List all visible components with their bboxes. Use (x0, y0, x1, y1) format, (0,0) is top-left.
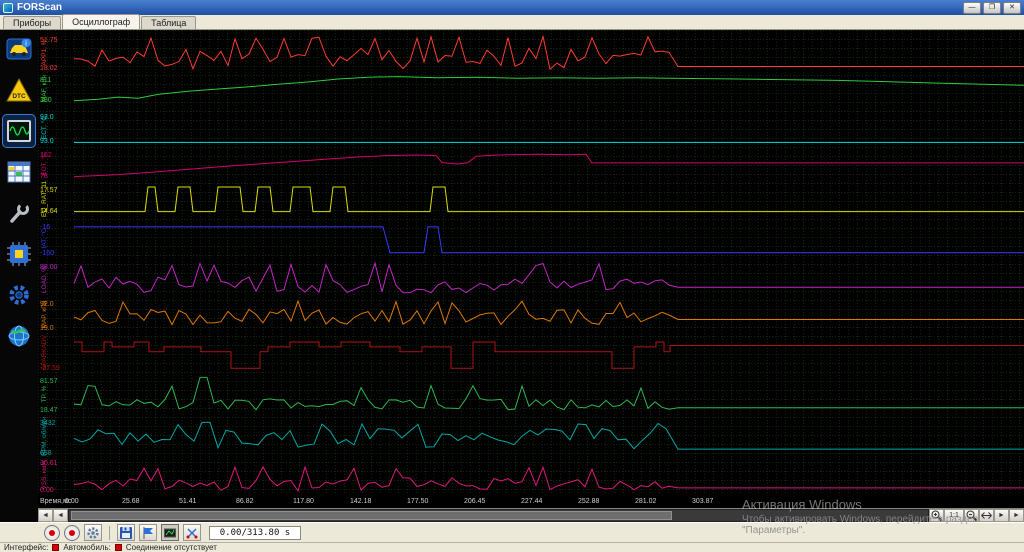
channel-label: LOAD, % (41, 266, 48, 293)
scroll-left-button[interactable]: ◄ (53, 509, 68, 522)
sidebar-oscilloscope-button[interactable] (2, 114, 36, 148)
close-button[interactable]: ✕ (1003, 1, 1021, 14)
scroll-left-end-button[interactable]: ◄ (38, 509, 53, 522)
time-tick: 25.68 (122, 498, 140, 505)
scroll-right-end-button[interactable]: ► (1009, 509, 1024, 522)
time-tick: 86.82 (236, 498, 254, 505)
interface-label: Интерфейс: (4, 543, 49, 552)
autoscale-icon (164, 528, 176, 537)
horizontal-scrollbar: ◄ ◄ 1:1 ► ► (38, 508, 1024, 522)
zoom-in-button[interactable] (929, 509, 944, 522)
time-tick: 281.02 (635, 498, 657, 505)
tab-bar: Приборы Осциллограф Таблица (0, 14, 1024, 30)
scissors-icon (186, 527, 198, 538)
sidebar-dtc-button[interactable]: DTC (3, 74, 35, 106)
time-tick: 303.87 (692, 498, 714, 505)
zoom-fit-button[interactable] (979, 509, 994, 522)
channel-label: RPM, об/мин (40, 417, 48, 456)
sidebar-service-button[interactable] (3, 197, 35, 229)
crop-button[interactable] (183, 524, 201, 541)
table-view-icon (7, 161, 31, 183)
channel-label: MAP, кПа (41, 300, 48, 328)
play-record-icon (69, 529, 75, 536)
oscilloscope-panel: 51.75 18.02 APP1, % 811 380 MAF, кг/ч 93.0 93.0… (38, 30, 1024, 522)
zoom-out-button[interactable] (964, 509, 979, 522)
forscan-window: FORScan — ❐ ✕ Приборы Осциллограф Таблиц… (0, 0, 1024, 552)
scrollbar-track[interactable] (68, 509, 929, 522)
configuration-chip-icon (7, 242, 31, 266)
channel-label: EOT, °C (40, 152, 48, 176)
titlebar: FORScan — ❐ ✕ (0, 0, 1024, 15)
scrollbar-thumb[interactable] (71, 511, 673, 520)
vehicle-info-icon: i (6, 38, 32, 60)
zoom-out-icon (966, 510, 978, 522)
channel-label: ECT, °C (40, 116, 48, 139)
record-icon (49, 529, 55, 536)
about-globe-icon (8, 325, 30, 347)
record-button[interactable] (44, 524, 60, 541)
channel-label: SPARKADV (41, 334, 48, 370)
vehicle-label: Автомобиль: (63, 543, 111, 552)
channel-label: VSS, км/ч (41, 460, 48, 489)
dtc-icon: DTC (6, 77, 32, 102)
time-tick: 227.44 (521, 498, 543, 505)
maximize-button[interactable]: ❐ (983, 1, 1001, 14)
autoscale-button[interactable] (161, 524, 179, 541)
app-logo-icon (3, 2, 13, 13)
scroll-right-button[interactable]: ► (994, 509, 1009, 522)
settings-gear-icon (9, 285, 29, 305)
gear-icon (87, 526, 99, 539)
main-content: i DTC 51.75 18.02 APP1, % 811 380 MAF, к… (0, 30, 1024, 522)
scope-settings-button[interactable] (84, 524, 102, 541)
sidebar-settings-button[interactable] (3, 279, 35, 311)
bottom-toolbar: 0.00/313.80 s (0, 522, 1024, 542)
tab-table[interactable]: Таблица (141, 16, 197, 29)
time-tick: 117.80 (293, 498, 314, 505)
minimize-button[interactable]: — (963, 1, 981, 14)
channel-label: IAT, °C (40, 228, 48, 248)
zoom-in-icon (931, 510, 943, 522)
svg-text:DTC: DTC (12, 93, 26, 100)
channel-label: TP, % (41, 385, 48, 402)
play-button[interactable] (64, 524, 80, 541)
service-wrench-icon (10, 203, 29, 223)
time-tick: 0.00 (65, 498, 79, 505)
sidebar-vehicle-info-button[interactable]: i (3, 33, 35, 65)
statusbar: Интерфейс: Автомобиль: Соединение отсутс… (0, 542, 1024, 552)
channel-label: -160 (40, 250, 54, 257)
channel-label: EQ_RAT_11 (41, 181, 48, 217)
time-readout: 0.00/313.80 s (209, 525, 301, 540)
marker-flag-button[interactable] (139, 524, 157, 541)
zoom-ratio-button[interactable]: 1:1 (944, 509, 964, 522)
connection-status: Соединение отсутствует (125, 543, 217, 552)
sidebar-about-button[interactable] (3, 320, 35, 352)
sidebar: i DTC (0, 30, 38, 522)
window-title: FORScan (17, 2, 63, 13)
flag-icon (143, 526, 153, 539)
time-axis: Время,мс 0.00 25.68 51.41 86.82 117.80 142.18… (38, 495, 1024, 508)
channel-label: 81.57 (40, 378, 58, 385)
channel-label: MAF, кг/ч (41, 75, 48, 102)
time-tick: 177.50 (407, 498, 429, 505)
fit-width-icon (981, 512, 992, 519)
oscilloscope-icon (7, 120, 31, 142)
sidebar-configuration-button[interactable] (3, 238, 35, 270)
time-tick: 142.18 (350, 498, 372, 505)
interface-status-icon (52, 544, 60, 551)
toolbar-separator (109, 525, 110, 540)
time-tick: 51.41 (179, 498, 197, 505)
save-floppy-icon (120, 526, 132, 539)
time-tick: 206.45 (464, 498, 486, 505)
channel-label: 18.47 (40, 407, 58, 414)
vehicle-status-icon (114, 544, 122, 551)
oscilloscope-canvas[interactable]: 51.7518.02APP1, %811380MAF, кг/ч93.093.0… (38, 30, 1024, 495)
channel-label: APP1, % (41, 39, 48, 65)
save-button[interactable] (117, 524, 135, 541)
tab-devices[interactable]: Приборы (3, 16, 62, 29)
tab-oscilloscope[interactable]: Осциллограф (62, 14, 141, 29)
time-tick: 252.88 (578, 498, 600, 505)
sidebar-table-view-button[interactable] (3, 156, 35, 188)
